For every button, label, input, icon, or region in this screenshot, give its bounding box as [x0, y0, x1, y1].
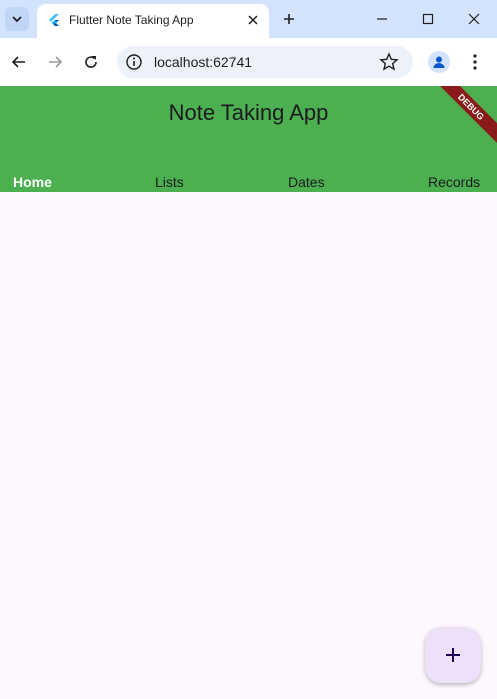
- browser-tab-strip: Flutter Note Taking App: [0, 0, 497, 38]
- tab-lists[interactable]: Lists: [155, 174, 184, 190]
- browser-toolbar: localhost:62741: [0, 38, 497, 86]
- plus-icon: [446, 648, 460, 662]
- browser-tab[interactable]: Flutter Note Taking App: [37, 4, 269, 38]
- star-icon[interactable]: [379, 52, 399, 72]
- close-icon: [248, 15, 258, 25]
- tab-search-button[interactable]: [5, 7, 29, 31]
- app-title: Note Taking App: [168, 100, 329, 125]
- minimize-icon: [377, 18, 387, 20]
- address-bar[interactable]: localhost:62741: [117, 46, 413, 78]
- add-note-button[interactable]: [425, 627, 481, 683]
- app-bar: Note Taking App Home Lists Dates Records…: [0, 86, 497, 192]
- tab-dates[interactable]: Dates: [288, 174, 325, 190]
- info-icon[interactable]: [125, 53, 143, 71]
- tab-home[interactable]: Home: [13, 174, 52, 190]
- tab-records[interactable]: Records: [428, 174, 480, 190]
- arrow-right-icon: [49, 56, 63, 68]
- maximize-button[interactable]: [418, 9, 438, 29]
- browser-menu-button[interactable]: [466, 50, 484, 74]
- reload-button[interactable]: [79, 50, 103, 74]
- main-content: [0, 192, 497, 699]
- profile-avatar[interactable]: [428, 51, 450, 73]
- reload-icon: [85, 56, 97, 68]
- person-icon: [433, 56, 445, 68]
- maximize-icon: [422, 13, 434, 25]
- tab-close-button[interactable]: [244, 11, 262, 29]
- plus-icon: [284, 14, 294, 24]
- forward-button[interactable]: [43, 50, 67, 74]
- chevron-down-icon: [12, 16, 22, 23]
- more-vert-icon: [473, 54, 477, 70]
- tab-title: Flutter Note Taking App: [69, 13, 194, 27]
- url-text[interactable]: localhost:62741: [154, 54, 252, 70]
- back-button[interactable]: [7, 50, 31, 74]
- new-tab-button[interactable]: [279, 9, 299, 29]
- flutter-icon: [49, 14, 59, 26]
- window-close-button[interactable]: [464, 9, 484, 29]
- arrow-left-icon: [11, 56, 25, 68]
- minimize-button[interactable]: [372, 9, 392, 29]
- close-icon: [468, 13, 480, 25]
